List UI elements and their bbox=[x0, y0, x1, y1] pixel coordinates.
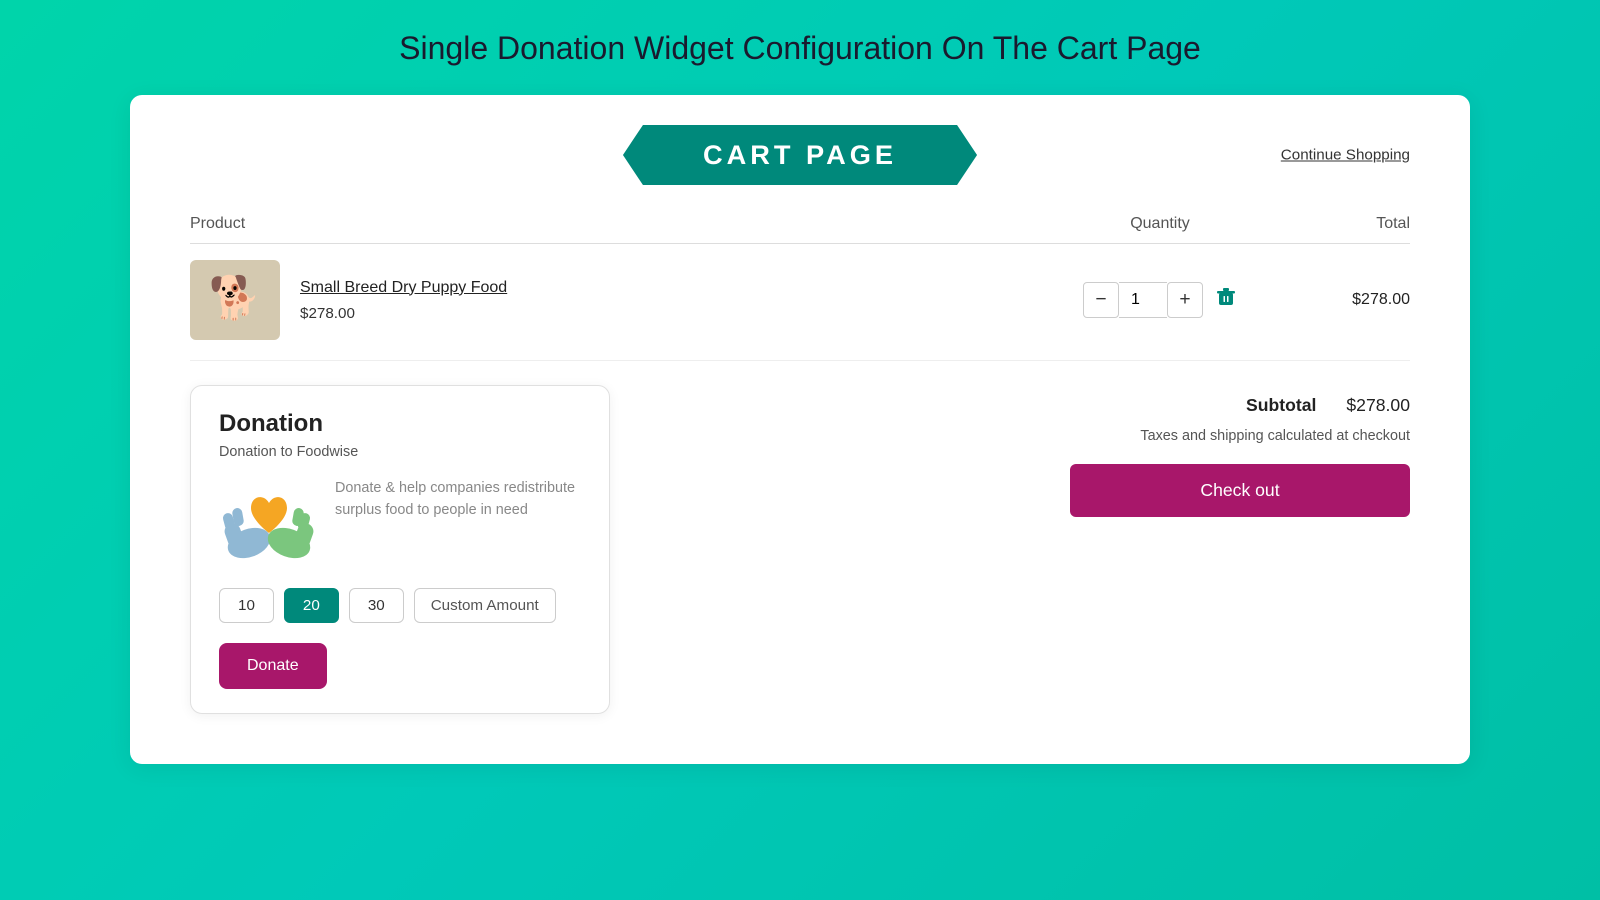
donate-button[interactable]: Donate bbox=[219, 643, 327, 689]
hands-heart-icon bbox=[219, 478, 319, 568]
product-info: 🐕 Small Breed Dry Puppy Food $278.00 bbox=[190, 260, 1060, 340]
product-image: 🐕 bbox=[190, 260, 280, 340]
header-total: Total bbox=[1260, 215, 1410, 233]
amount-10-button[interactable]: 10 bbox=[219, 588, 274, 623]
header-product: Product bbox=[190, 215, 1060, 233]
tax-note: Taxes and shipping calculated at checkou… bbox=[1140, 428, 1410, 444]
donation-subtitle: Donation to Foodwise bbox=[219, 444, 581, 460]
subtotal-row: Subtotal $278.00 bbox=[1246, 395, 1410, 416]
product-details: Small Breed Dry Puppy Food $278.00 bbox=[300, 279, 507, 322]
donation-title: Donation bbox=[219, 410, 581, 438]
main-card: CART PAGE Continue Shopping Product Quan… bbox=[130, 95, 1470, 764]
continue-shopping-link[interactable]: Continue Shopping bbox=[1281, 147, 1410, 164]
subtotal-label: Subtotal bbox=[1246, 395, 1316, 416]
bottom-area: Donation Donation to Foodwise bbox=[190, 385, 1410, 714]
product-total: $278.00 bbox=[1260, 291, 1410, 309]
donation-description: Donate & help companies redistribute sur… bbox=[335, 478, 581, 521]
product-name[interactable]: Small Breed Dry Puppy Food bbox=[300, 279, 507, 297]
quantity-input[interactable] bbox=[1119, 282, 1167, 318]
donation-content: Donate & help companies redistribute sur… bbox=[219, 478, 581, 568]
summary-area: Subtotal $278.00 Taxes and shipping calc… bbox=[650, 385, 1410, 517]
svg-text:🐕: 🐕 bbox=[209, 273, 261, 322]
custom-amount-button[interactable]: Custom Amount bbox=[414, 588, 556, 623]
quantity-decrease-button[interactable]: − bbox=[1083, 282, 1119, 318]
donation-icon bbox=[219, 478, 319, 568]
amount-30-button[interactable]: 30 bbox=[349, 588, 404, 623]
product-image-svg: 🐕 bbox=[190, 260, 280, 340]
page-title: Single Donation Widget Configuration On … bbox=[399, 30, 1201, 67]
quantity-increase-button[interactable]: + bbox=[1167, 282, 1203, 318]
trash-icon bbox=[1215, 286, 1237, 308]
product-price: $278.00 bbox=[300, 305, 507, 322]
quantity-controls: − + bbox=[1060, 282, 1260, 318]
product-row: 🐕 Small Breed Dry Puppy Food $278.00 − + bbox=[190, 260, 1410, 361]
delete-button[interactable] bbox=[1215, 286, 1237, 314]
table-header: Product Quantity Total bbox=[190, 215, 1410, 244]
cart-banner-text: CART PAGE bbox=[623, 125, 977, 185]
amount-20-button[interactable]: 20 bbox=[284, 588, 339, 623]
cart-banner: CART PAGE bbox=[623, 125, 977, 185]
checkout-button[interactable]: Check out bbox=[1070, 464, 1410, 517]
header-quantity: Quantity bbox=[1060, 215, 1260, 233]
subtotal-value: $278.00 bbox=[1346, 395, 1410, 416]
banner-row: CART PAGE Continue Shopping bbox=[190, 125, 1410, 185]
donation-amounts: 10 20 30 Custom Amount bbox=[219, 588, 581, 623]
donation-widget: Donation Donation to Foodwise bbox=[190, 385, 610, 714]
